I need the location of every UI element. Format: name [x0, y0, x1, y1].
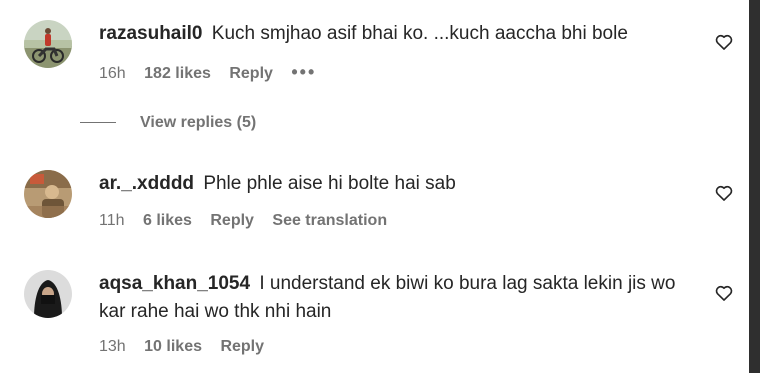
comment-username[interactable]: razasuhail0 [99, 23, 203, 44]
comment-text: Phle phle aise hi bolte hai sab [203, 173, 456, 194]
heart-icon[interactable] [714, 283, 734, 303]
view-replies-label: View replies (5) [140, 114, 257, 131]
comment-line: aqsa_khan_1054 I understand ek biwi ko b… [99, 270, 694, 326]
heart-icon[interactable] [714, 32, 734, 52]
comment-meta: 16h 182 likes Reply ••• [99, 62, 330, 83]
comment-line: ar._.xdddd Phle phle aise hi bolte hai s… [99, 170, 694, 198]
likes-count[interactable]: 6 likes [143, 212, 192, 229]
comment-meta: 13h 10 likes Reply [99, 338, 278, 356]
avatar-motorcycle-icon [24, 20, 72, 68]
comment-time: 11h [99, 212, 125, 229]
more-options-icon[interactable]: ••• [291, 62, 316, 82]
comment-username[interactable]: aqsa_khan_1054 [99, 273, 250, 294]
avatar[interactable] [24, 170, 72, 218]
comment-time: 16h [99, 65, 126, 82]
reply-button[interactable]: Reply [210, 212, 254, 229]
comment-time: 13h [99, 338, 126, 355]
likes-count[interactable]: 10 likes [144, 338, 202, 355]
likes-count[interactable]: 182 likes [144, 65, 211, 82]
see-translation-button[interactable]: See translation [272, 212, 387, 229]
comments-panel: razasuhail0 Kuch smjhao asif bhai ko. ..… [0, 0, 760, 373]
comment-body: aqsa_khan_1054 I understand ek biwi ko b… [99, 270, 694, 326]
avatar[interactable] [24, 270, 72, 318]
avatar[interactable] [24, 20, 72, 68]
avatar-hijab-icon [24, 270, 72, 318]
avatar-photo-icon [24, 170, 72, 218]
comment-meta: 11h 6 likes Reply See translation [99, 212, 401, 230]
comment-username[interactable]: ar._.xdddd [99, 173, 194, 194]
comment-text: Kuch smjhao asif bhai ko. ...kuch aaccha… [211, 23, 628, 44]
view-replies-button[interactable]: View replies (5) [80, 114, 256, 132]
reply-button[interactable]: Reply [229, 65, 273, 82]
heart-icon[interactable] [714, 183, 734, 203]
scrollbar[interactable] [749, 0, 760, 373]
reply-button[interactable]: Reply [220, 338, 264, 355]
replies-divider [80, 122, 116, 124]
comment-body: ar._.xdddd Phle phle aise hi bolte hai s… [99, 170, 694, 198]
comment-body: razasuhail0 Kuch smjhao asif bhai ko. ..… [99, 20, 694, 48]
comment-line: razasuhail0 Kuch smjhao asif bhai ko. ..… [99, 20, 694, 48]
